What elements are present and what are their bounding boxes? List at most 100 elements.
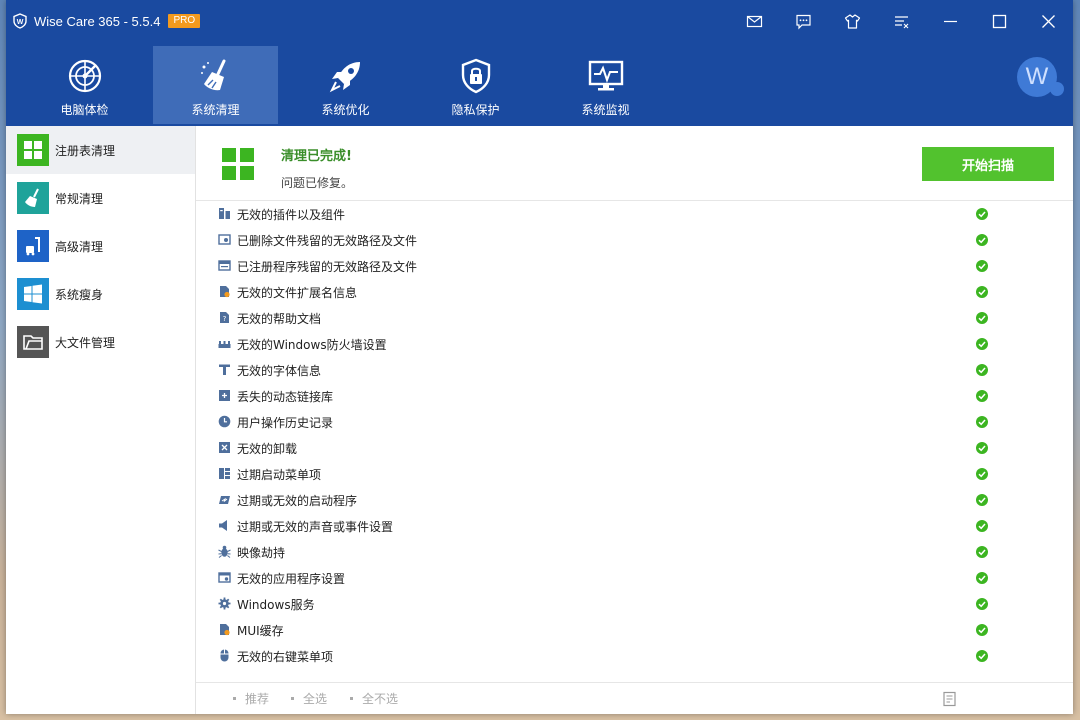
nav-tab-checkup[interactable]: 电脑体检 xyxy=(22,46,147,124)
list-item-label: 用户操作历史记录 xyxy=(237,416,334,430)
rocket-icon xyxy=(329,62,360,93)
check-icon xyxy=(976,234,988,246)
list-item[interactable]: 过期启动菜单项 xyxy=(196,461,1073,487)
check-icon xyxy=(976,390,988,402)
registry-icon xyxy=(24,141,42,159)
list-item[interactable]: 无效的卸载 xyxy=(196,435,1073,461)
start-scan-button[interactable]: 开始扫描 xyxy=(922,147,1054,181)
list-item[interactable]: 无效的字体信息 xyxy=(196,357,1073,383)
skin-button[interactable] xyxy=(828,0,877,42)
select-all-link[interactable]: 全选 xyxy=(291,690,327,707)
sidebar-item-label: 高级清理 xyxy=(55,239,104,254)
service-icon xyxy=(218,597,231,610)
status-header: 清理已完成! 问题已修复。 开始扫描 xyxy=(196,126,1073,201)
list-item[interactable]: 映像劫持 xyxy=(196,539,1073,565)
list-item-label: 无效的Windows防火墙设置 xyxy=(237,338,387,352)
nav-tab-privacy[interactable]: 隐私保护 xyxy=(413,46,538,124)
check-icon xyxy=(976,598,988,610)
dll-icon xyxy=(219,390,230,401)
status-title: 清理已完成! xyxy=(281,149,352,164)
check-icon xyxy=(976,572,988,584)
vacuum-icon xyxy=(26,237,40,256)
sidebar-item-label: 大文件管理 xyxy=(55,335,116,350)
nav-tab-optimize[interactable]: 系统优化 xyxy=(283,46,408,124)
broom-icon xyxy=(200,59,225,91)
font-icon xyxy=(219,364,230,375)
menu-button[interactable] xyxy=(877,0,926,42)
minimize-button[interactable] xyxy=(926,0,975,42)
uninstall-icon xyxy=(219,442,230,453)
check-icon xyxy=(976,442,988,454)
check-icon xyxy=(976,624,988,636)
sidebar-item-label: 注册表清理 xyxy=(55,143,116,158)
nav-tab-label: 隐私保护 xyxy=(451,103,500,117)
check-icon xyxy=(976,468,988,480)
sidebar-item-label: 常规清理 xyxy=(55,191,104,206)
list-item[interactable]: 无效的插件以及组件 xyxy=(196,201,1073,227)
list-item[interactable]: 无效的Windows防火墙设置 xyxy=(196,331,1073,357)
help-doc-icon: ? xyxy=(220,312,229,323)
select-none-link[interactable]: 全不选 xyxy=(350,690,398,707)
skin-icon xyxy=(844,13,861,29)
title-bar: W Wise Care 365 - 5.5.4 PRO xyxy=(6,0,1073,42)
recommend-label: 推荐 xyxy=(245,692,270,706)
mail-button[interactable] xyxy=(730,0,779,42)
check-icon xyxy=(976,650,988,662)
close-button[interactable] xyxy=(1024,0,1073,42)
check-icon xyxy=(976,364,988,376)
list-item[interactable]: 已删除文件残留的无效路径及文件 xyxy=(196,227,1073,253)
list-item[interactable]: ? 无效的帮助文档 xyxy=(196,305,1073,331)
feedback-icon xyxy=(796,14,811,29)
maximize-button[interactable] xyxy=(975,0,1024,42)
bug-icon xyxy=(218,545,231,558)
list-item-label: 丢失的动态链接库 xyxy=(237,390,334,404)
menu-icon xyxy=(895,15,909,28)
check-icon xyxy=(976,546,988,558)
report-icon[interactable] xyxy=(942,691,958,707)
svg-text:W: W xyxy=(17,19,24,26)
list-item[interactable]: 过期或无效的启动程序 xyxy=(196,487,1073,513)
component-icon xyxy=(219,208,230,219)
sidebar-item-large-files[interactable]: 大文件管理 xyxy=(6,318,195,366)
avatar-status-dot xyxy=(1050,82,1064,96)
list-item[interactable]: 丢失的动态链接库 xyxy=(196,383,1073,409)
list-item[interactable]: 无效的应用程序设置 xyxy=(196,565,1073,591)
list-item[interactable]: 过期或无效的声音或事件设置 xyxy=(196,513,1073,539)
minimize-icon xyxy=(944,20,957,22)
list-item-label: 无效的帮助文档 xyxy=(237,312,322,326)
list-item[interactable]: 无效的右键菜单项 xyxy=(196,643,1073,669)
sidebar-item-advanced-cleanup[interactable]: 高级清理 xyxy=(6,222,195,270)
sidebar-item-common-cleanup[interactable]: 常规清理 xyxy=(6,174,195,222)
mail-icon xyxy=(746,15,763,27)
check-icon xyxy=(976,494,988,506)
list-item[interactable]: MUI缓存 xyxy=(196,617,1073,643)
list-item[interactable]: Windows服务 xyxy=(196,591,1073,617)
list-item[interactable]: 用户操作历史记录 xyxy=(196,409,1073,435)
list-item-label: 无效的文件扩展名信息 xyxy=(237,286,358,300)
sound-icon xyxy=(219,520,227,531)
check-icon xyxy=(976,338,988,350)
feedback-button[interactable] xyxy=(779,0,828,42)
startup-icon xyxy=(219,496,230,504)
title-toolbar xyxy=(730,0,1073,42)
list-item[interactable]: 无效的文件扩展名信息 xyxy=(196,279,1073,305)
list-item-label: 过期或无效的启动程序 xyxy=(237,494,358,508)
select-none-label: 全不选 xyxy=(362,692,399,706)
list-item-label: 映像劫持 xyxy=(237,546,286,560)
app-window: W Wise Care 365 - 5.5.4 PRO 电脑体检 系统清理 系统… xyxy=(6,0,1073,714)
folder-icon xyxy=(23,335,43,350)
status-subtitle: 问题已修复。 xyxy=(281,176,354,190)
firewall-icon xyxy=(218,341,231,348)
app-title: Wise Care 365 - 5.5.4 xyxy=(34,13,161,29)
recommend-link[interactable]: 推荐 xyxy=(233,690,269,707)
nav-tab-monitor[interactable]: 系统监视 xyxy=(543,46,668,124)
nav-tab-cleanup[interactable]: 系统清理 xyxy=(153,46,278,124)
select-all-label: 全选 xyxy=(303,692,328,706)
nav-tab-label: 系统监视 xyxy=(581,103,630,117)
list-item-label: Windows服务 xyxy=(237,598,315,612)
broom-icon xyxy=(25,188,39,207)
sidebar-item-registry-cleanup[interactable]: 注册表清理 xyxy=(6,126,195,174)
sidebar-item-system-slim[interactable]: 系统瘦身 xyxy=(6,270,195,318)
sidebar: 注册表清理 常规清理 高级清理 系统瘦身 大文件管理 xyxy=(6,126,196,714)
list-item[interactable]: 已注册程序残留的无效路径及文件 xyxy=(196,253,1073,279)
